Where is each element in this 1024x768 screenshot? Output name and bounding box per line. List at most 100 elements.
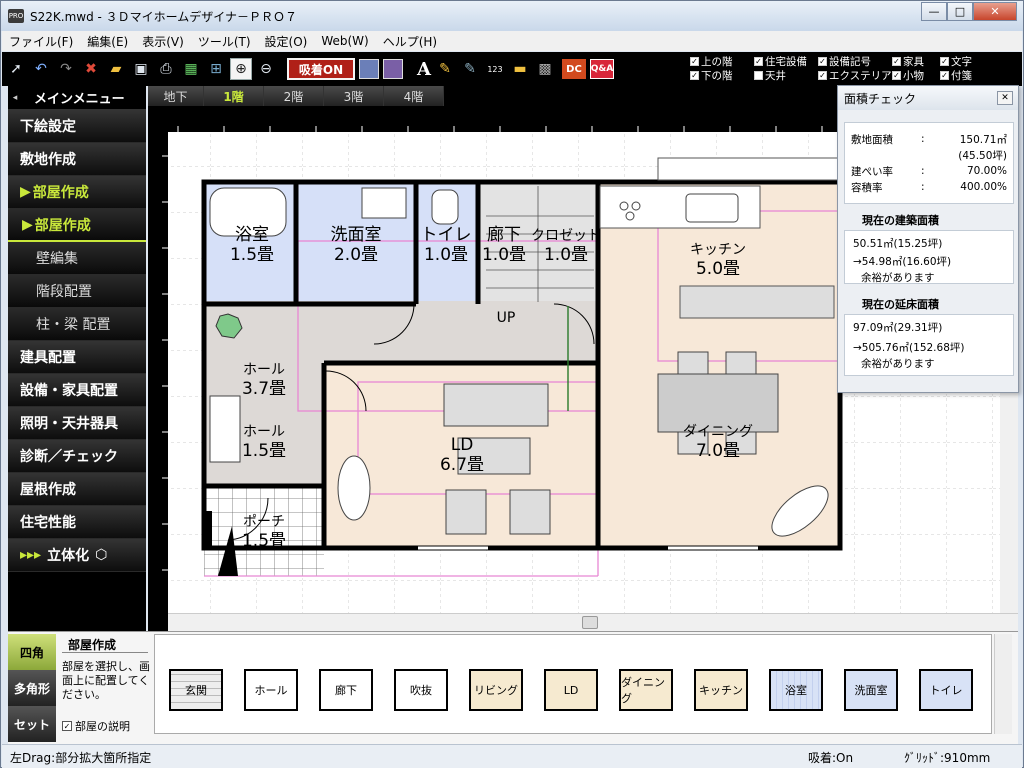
menu-underlay-settings[interactable]: 下絵設定: [8, 110, 146, 143]
undo-icon[interactable]: ↶: [30, 58, 52, 80]
menu-view[interactable]: 表示(V): [135, 33, 191, 50]
part-dining[interactable]: ダイニング: [619, 669, 673, 711]
room-label-closet[interactable]: クロゼット: [531, 228, 601, 244]
toggle-equipment-symbol[interactable]: ✓ 設備記号: [818, 54, 892, 68]
room-label-hall[interactable]: ホール: [243, 362, 285, 378]
status-hint: 左Drag:部分拡大箇所指定: [10, 751, 152, 765]
part-ld[interactable]: LD: [544, 669, 598, 711]
zoom-in-icon[interactable]: ⊕: [230, 58, 252, 80]
text-tool-icon[interactable]: A: [417, 59, 431, 80]
part-hall[interactable]: ホール: [244, 669, 298, 711]
room-label-hall-2[interactable]: ホール: [243, 424, 285, 440]
toggle-furniture[interactable]: ✓ 家具: [892, 54, 940, 68]
menu-diagnosis[interactable]: 診断／チェック: [8, 440, 146, 473]
submenu-stairs[interactable]: 階段配置: [8, 275, 146, 308]
room-label-kitchen[interactable]: キッチン: [690, 242, 746, 258]
menu-lighting[interactable]: 照明・天井器具: [8, 407, 146, 440]
room-label-toilet[interactable]: トイレ: [421, 225, 472, 245]
menu-site-create[interactable]: 敷地作成: [8, 143, 146, 176]
scroll-thumb[interactable]: [582, 616, 598, 629]
grid-icon[interactable]: [359, 59, 379, 79]
toggle-upper-floor[interactable]: ✓ 上の階: [690, 54, 754, 68]
title-bar[interactable]: PRO S22K.mwd - ３Ｄマイホームデザイナ－ＰＲＯ７ — □ ✕: [1, 1, 1023, 31]
tab-basement[interactable]: 地下: [148, 86, 204, 106]
toggle-house-equipment[interactable]: ✓ 住宅設備: [754, 54, 818, 68]
room-parts-palette: 玄関 ホール 廊下 吹抜 リビング LD ダイニング キッチン 浴室 洗面室 ト…: [154, 634, 992, 734]
status-grid: ｸﾞﾘｯﾄﾞ:910mm: [904, 751, 991, 765]
part-kitchen[interactable]: キッチン: [694, 669, 748, 711]
room-description-checkbox[interactable]: ✓ 部屋の説明: [62, 718, 130, 734]
room-label-bath[interactable]: 浴室: [235, 225, 269, 245]
maximize-button[interactable]: □: [947, 2, 973, 21]
redo-icon[interactable]: ↷: [55, 58, 77, 80]
submenu-columns-beams[interactable]: 柱・梁 配置: [8, 308, 146, 341]
menu-equipment-furniture[interactable]: 設備・家具配置: [8, 374, 146, 407]
main-menu-header[interactable]: ◂ メインメニュー: [8, 86, 146, 110]
tab-floor-1[interactable]: 1階: [204, 86, 264, 106]
menu-settings[interactable]: 設定(O): [258, 33, 315, 50]
minimize-button[interactable]: —: [921, 2, 947, 21]
dialog-close-icon[interactable]: ✕: [997, 91, 1013, 105]
vertical-scrollbar[interactable]: [1000, 391, 1018, 613]
menu-fittings[interactable]: 建具配置: [8, 341, 146, 374]
submenu-wall-edit[interactable]: 壁編集: [8, 242, 146, 275]
menu-file[interactable]: ファイル(F): [2, 33, 80, 50]
menu-edit[interactable]: 編集(E): [80, 33, 135, 50]
tab-floor-3[interactable]: 3階: [324, 86, 384, 106]
part-corridor[interactable]: 廊下: [319, 669, 373, 711]
toggle-lower-floor[interactable]: ✓ 下の階: [690, 68, 754, 82]
tab-rectangle[interactable]: 四角: [8, 634, 56, 670]
room-label-porch[interactable]: ポーチ: [243, 514, 285, 530]
pen-icon[interactable]: ✎: [434, 58, 456, 80]
measure-icon[interactable]: ▬: [509, 58, 531, 80]
collapse-arrow-icon[interactable]: ◂: [8, 93, 22, 103]
menu-roof[interactable]: 屋根作成: [8, 473, 146, 506]
toggle-small-items[interactable]: ✓ 小物: [892, 68, 940, 82]
menu-tools[interactable]: ツール(T): [191, 33, 258, 50]
zoom-out-icon[interactable]: ⊖: [255, 58, 277, 80]
horizontal-scrollbar[interactable]: [168, 613, 1018, 631]
tab-floor-2[interactable]: 2階: [264, 86, 324, 106]
toggle-exterior[interactable]: ✓ エクステリア: [818, 68, 892, 82]
print-icon[interactable]: ⎙: [155, 58, 177, 80]
dialog-title[interactable]: 面積チェック: [838, 86, 1018, 110]
part-bath[interactable]: 浴室: [769, 669, 823, 711]
dc-button[interactable]: DC: [561, 59, 586, 79]
image-icon[interactable]: ▦: [180, 58, 202, 80]
qa-button[interactable]: Q&A: [589, 59, 614, 79]
toggle-text[interactable]: ✓ 文字: [940, 54, 988, 68]
menu-help[interactable]: ヘルプ(H): [376, 33, 444, 50]
part-void[interactable]: 吹抜: [394, 669, 448, 711]
part-washroom[interactable]: 洗面室: [844, 669, 898, 711]
toggle-sticky-notes[interactable]: ✓ 付箋: [940, 68, 988, 82]
room-label-ld[interactable]: LD: [451, 435, 474, 455]
grid-alt-icon[interactable]: [383, 59, 403, 79]
area-check-dialog: 面積チェック ✕ 敷地面積:150.71㎡ (45.50坪) 建ぺい率:70.0…: [837, 85, 1019, 393]
room-label-washroom[interactable]: 洗面室: [331, 225, 382, 245]
room-label-hallway[interactable]: 廊下: [487, 225, 521, 245]
open-folder-icon[interactable]: ▰: [105, 58, 127, 80]
save-icon[interactable]: ▣: [130, 58, 152, 80]
menu-web[interactable]: Web(W): [314, 34, 375, 48]
select-arrow-icon[interactable]: ➚: [5, 58, 27, 80]
part-entrance[interactable]: 玄関: [169, 669, 223, 711]
snap-toggle-button[interactable]: 吸着ON: [287, 58, 355, 80]
tab-set[interactable]: セット: [8, 706, 56, 742]
calculator-icon[interactable]: ▩: [534, 58, 556, 80]
menu-3d[interactable]: ▸▸▸ 立体化 ⬡: [8, 539, 146, 572]
room-label-dining[interactable]: ダイニング: [683, 424, 753, 440]
line-pen-icon[interactable]: ✎: [459, 58, 481, 80]
menu-performance[interactable]: 住宅性能: [8, 506, 146, 539]
tab-polygon[interactable]: 多角形: [8, 670, 56, 706]
submenu-room-create[interactable]: ▶ 部屋作成: [8, 209, 146, 242]
part-living[interactable]: リビング: [469, 669, 523, 711]
dimension-icon[interactable]: 123: [484, 58, 506, 80]
tab-floor-4[interactable]: 4階: [384, 86, 444, 106]
toggle-ceiling[interactable]: 天井: [754, 68, 818, 82]
part-toilet[interactable]: トイレ: [919, 669, 973, 711]
palette-scrollbar[interactable]: [994, 634, 1012, 734]
delete-icon[interactable]: ✖: [80, 58, 102, 80]
close-button[interactable]: ✕: [973, 2, 1017, 21]
menu-room-create[interactable]: ▶ 部屋作成: [8, 176, 146, 209]
fit-view-icon[interactable]: ⊞: [205, 58, 227, 80]
